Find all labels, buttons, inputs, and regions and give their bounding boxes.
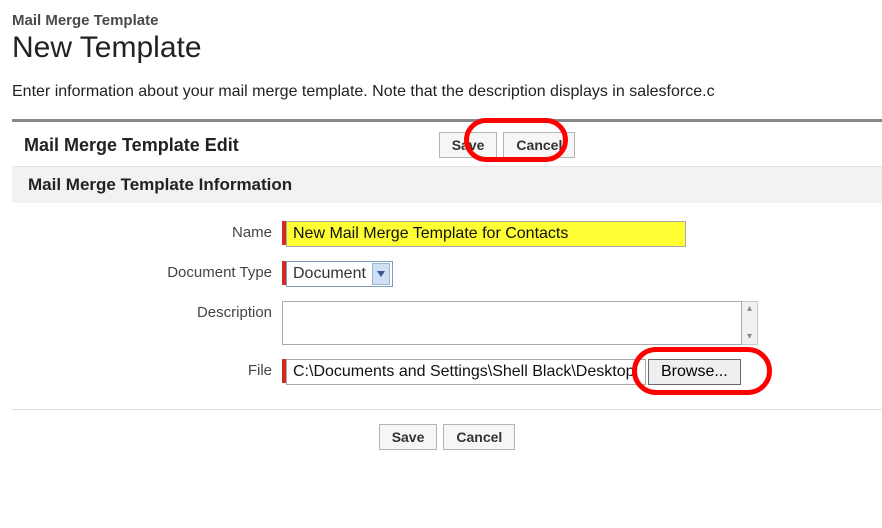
description-textarea[interactable]: [282, 301, 742, 345]
label-name: Name: [24, 221, 282, 241]
subsection-title: Mail Merge Template Information: [12, 167, 882, 203]
save-button[interactable]: Save: [439, 132, 498, 158]
footer-button-bar: Save Cancel: [12, 409, 882, 464]
label-doc-type: Document Type: [24, 261, 282, 281]
chevron-down-icon: [372, 263, 390, 285]
save-button-footer[interactable]: Save: [379, 424, 438, 450]
cancel-button-footer[interactable]: Cancel: [443, 424, 515, 450]
doc-type-select[interactable]: Document: [286, 261, 393, 287]
row-description: Description ▴ ▾: [24, 301, 870, 345]
scroll-up-icon[interactable]: ▴: [742, 302, 757, 316]
row-name: Name: [24, 221, 870, 247]
header-button-bar: Save Cancel: [439, 132, 576, 158]
row-file: File Browse...: [24, 359, 870, 385]
row-doc-type: Document Type Document: [24, 261, 870, 287]
file-path-input[interactable]: [286, 359, 646, 385]
textarea-scrollbar[interactable]: ▴ ▾: [742, 301, 758, 345]
form-card: Mail Merge Template Edit Save Cancel Mai…: [12, 119, 882, 464]
doc-type-value: Document: [293, 265, 366, 283]
label-description: Description: [24, 301, 282, 321]
browse-button[interactable]: Browse...: [648, 359, 741, 385]
breadcrumb: Mail Merge Template: [12, 12, 882, 29]
section-header: Mail Merge Template Edit Save Cancel: [12, 122, 882, 167]
scroll-down-icon[interactable]: ▾: [742, 330, 757, 344]
section-title: Mail Merge Template Edit: [24, 135, 239, 156]
form-body: Name Document Type Document Description: [12, 203, 882, 409]
cancel-button[interactable]: Cancel: [503, 132, 575, 158]
page-title: New Template: [12, 31, 882, 65]
label-file: File: [24, 359, 282, 379]
name-input[interactable]: [286, 221, 686, 247]
intro-text: Enter information about your mail merge …: [12, 83, 882, 101]
